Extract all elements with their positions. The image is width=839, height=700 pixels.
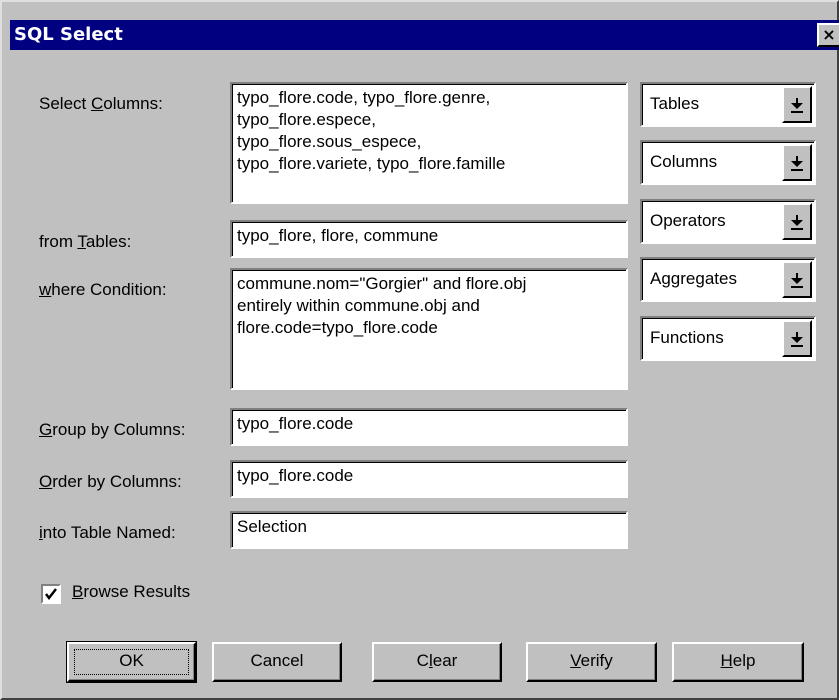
cancel-button[interactable]: Cancel — [212, 642, 342, 682]
order-by-label: Order by Columns: — [39, 472, 182, 492]
group-by-input[interactable]: typo_flore.code — [230, 408, 628, 446]
title-bar[interactable]: SQL Select × — [10, 20, 839, 50]
label-text: elp — [732, 651, 756, 670]
ok-button[interactable]: OK — [66, 641, 197, 683]
where-condition-label: where Condition: — [39, 280, 167, 300]
checkmark-icon — [45, 588, 57, 601]
arrow-down-icon — [791, 332, 803, 347]
operators-dropdown[interactable]: Operators — [640, 199, 816, 244]
label-text: w — [39, 280, 52, 299]
label-text: Select — [39, 94, 91, 113]
label-text: C — [90, 94, 104, 113]
label-text: T — [77, 232, 86, 251]
into-table-input[interactable]: Selection — [230, 511, 628, 549]
label-text: nto Table Named: — [42, 523, 176, 542]
where-condition-input[interactable]: commune.nom="Gorgier" and flore.obj enti… — [230, 268, 628, 390]
tables-dropdown-button[interactable] — [782, 86, 812, 123]
arrow-down-icon — [791, 215, 803, 230]
label-text: C — [416, 651, 429, 670]
operators-dropdown-button[interactable] — [782, 203, 812, 240]
close-icon: × — [822, 25, 836, 44]
columns-dropdown-label: Columns — [650, 152, 718, 171]
aggregates-dropdown-button[interactable] — [782, 261, 812, 298]
group-by-label: Group by Columns: — [39, 420, 185, 440]
label-text: here Condition: — [51, 280, 167, 299]
browse-results-label[interactable]: Browse Results — [72, 582, 190, 602]
label-text: ables: — [85, 232, 132, 251]
label-text: rder by Columns: — [52, 472, 182, 491]
aggregates-dropdown[interactable]: Aggregates — [640, 257, 816, 302]
label-text: G — [39, 420, 53, 439]
arrow-down-icon — [791, 98, 803, 113]
sql-select-dialog: SQL Select × Select Columns: from Tables… — [0, 0, 839, 700]
label-text: O — [39, 472, 53, 491]
clear-button[interactable]: Clear — [372, 642, 502, 682]
arrow-down-icon — [791, 273, 803, 288]
label-text: from — [39, 232, 78, 251]
label-text: V — [570, 651, 581, 670]
browse-results-checkbox[interactable] — [41, 584, 61, 604]
label-text: B — [72, 582, 84, 601]
help-button[interactable]: Help — [672, 642, 804, 682]
order-by-input[interactable]: typo_flore.code — [230, 460, 628, 498]
label-text: erify — [580, 651, 613, 670]
label-text: Cancel — [250, 651, 304, 670]
functions-dropdown-label: Functions — [650, 328, 724, 347]
label-text: H — [720, 651, 733, 670]
tables-dropdown[interactable]: Tables — [640, 82, 816, 127]
columns-dropdown[interactable]: Columns — [640, 140, 816, 185]
functions-dropdown-button[interactable] — [782, 320, 812, 357]
window-title: SQL Select — [14, 24, 123, 45]
aggregates-dropdown-label: Aggregates — [650, 269, 737, 288]
select-columns-input[interactable]: typo_flore.code, typo_flore.genre, typo_… — [230, 82, 628, 204]
label-text: rowse Results — [83, 582, 191, 601]
arrow-down-icon — [791, 156, 803, 171]
label-text: ear — [432, 651, 458, 670]
columns-dropdown-button[interactable] — [782, 144, 812, 181]
from-tables-input[interactable]: typo_flore, flore, commune — [230, 220, 628, 258]
functions-dropdown[interactable]: Functions — [640, 316, 816, 361]
close-button[interactable]: × — [817, 23, 839, 47]
label-text: olumns: — [103, 94, 163, 113]
operators-dropdown-label: Operators — [650, 211, 726, 230]
select-columns-label: Select Columns: — [39, 94, 163, 114]
verify-button[interactable]: Verify — [526, 642, 657, 682]
label-text: OK — [69, 644, 194, 680]
into-table-label: into Table Named: — [39, 523, 176, 543]
tables-dropdown-label: Tables — [650, 94, 700, 113]
from-tables-label: from Tables: — [39, 232, 131, 252]
label-text: roup by Columns: — [52, 420, 186, 439]
